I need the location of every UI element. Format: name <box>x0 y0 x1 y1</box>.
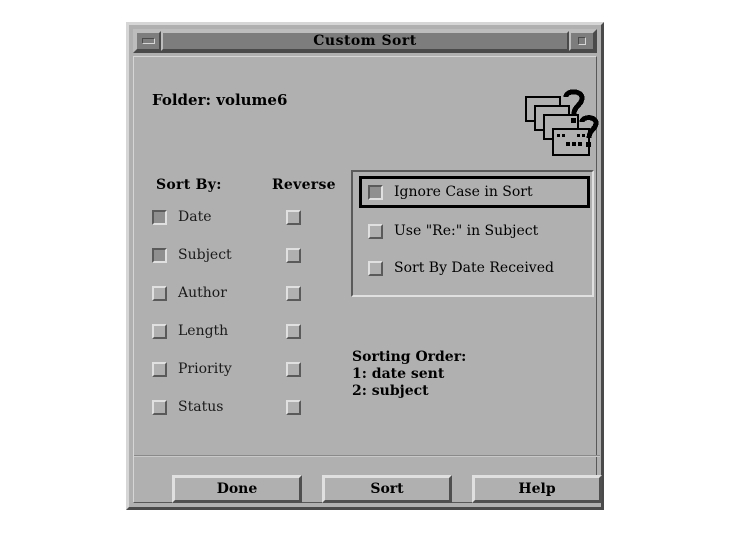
window-title: Custom Sort <box>313 33 417 49</box>
title-bar: Custom Sort <box>133 29 597 53</box>
checkbox-reverse-status[interactable] <box>286 399 301 415</box>
checkbox-reverse-priority[interactable] <box>286 361 301 377</box>
maximize-button[interactable] <box>569 31 595 51</box>
checkbox-reverse-author[interactable] <box>286 285 301 301</box>
title-bar-center[interactable]: Custom Sort <box>161 31 569 51</box>
checkbox-reverse-length[interactable] <box>286 323 301 339</box>
sort-criterion-date[interactable]: Date <box>152 207 211 227</box>
sort-button[interactable]: Sort <box>322 475 452 503</box>
option-sort-by-date-received[interactable]: Sort By Date Received <box>359 252 590 284</box>
help-button[interactable]: Help <box>472 475 602 503</box>
checkbox-sort-priority[interactable] <box>152 361 167 377</box>
reverse-status[interactable] <box>286 397 301 417</box>
checkbox-ignore-case[interactable] <box>368 184 383 200</box>
option-use-re-in-subject[interactable]: Use "Re:" in Subject <box>359 215 590 247</box>
sort-criterion-label: Priority <box>178 361 232 377</box>
checkbox-sort-status[interactable] <box>152 399 167 415</box>
sort-criterion-label: Author <box>178 285 227 301</box>
sort-criterion-author[interactable]: Author <box>152 283 227 303</box>
checkbox-use-re-in-subject[interactable] <box>368 223 383 239</box>
sort-criterion-status[interactable]: Status <box>152 397 223 417</box>
sort-criterion-label: Subject <box>178 247 232 263</box>
option-label: Ignore Case in Sort <box>394 184 533 200</box>
custom-sort-window: Custom Sort Folder: volume6 Sort By: Rev… <box>126 22 604 510</box>
folder-label: Folder: volume6 <box>152 91 288 109</box>
checkbox-sort-date[interactable] <box>152 209 167 225</box>
reverse-length[interactable] <box>286 321 301 341</box>
done-button[interactable]: Done <box>172 475 302 503</box>
message-stack-question-icon <box>522 89 600 167</box>
sort-by-header: Sort By: <box>156 177 222 193</box>
maximize-icon <box>578 37 586 45</box>
checkbox-sort-author[interactable] <box>152 285 167 301</box>
checkbox-reverse-date[interactable] <box>286 209 301 225</box>
sort-criterion-label: Date <box>178 209 212 225</box>
sorting-order-line-1: 1: date sent <box>352 366 445 382</box>
checkbox-reverse-subject[interactable] <box>286 247 301 263</box>
sorting-order-line-2: 2: subject <box>352 383 429 399</box>
button-separator <box>134 455 600 457</box>
dialog-client-area: Folder: volume6 Sort By: Reverse Date Su… <box>133 56 602 503</box>
sort-criterion-priority[interactable]: Priority <box>152 359 232 379</box>
reverse-priority[interactable] <box>286 359 301 379</box>
sort-criterion-label: Status <box>178 399 224 415</box>
sort-options-group: Ignore Case in Sort Use "Re:" in Subject… <box>351 170 594 297</box>
minimize-icon <box>141 38 155 44</box>
checkbox-sort-subject[interactable] <box>152 247 167 263</box>
sort-criterion-label: Length <box>178 323 229 339</box>
sorting-order-summary: Sorting Order: 1: date sent 2: subject <box>352 349 466 400</box>
option-ignore-case[interactable]: Ignore Case in Sort <box>359 176 590 208</box>
sorting-order-title: Sorting Order: <box>352 349 467 365</box>
reverse-author[interactable] <box>286 283 301 303</box>
reverse-header: Reverse <box>272 177 336 193</box>
option-label: Use "Re:" in Subject <box>394 223 539 239</box>
sort-criterion-subject[interactable]: Subject <box>152 245 232 265</box>
reverse-subject[interactable] <box>286 245 301 265</box>
checkbox-sort-length[interactable] <box>152 323 167 339</box>
reverse-date[interactable] <box>286 207 301 227</box>
checkbox-sort-by-date-received[interactable] <box>368 260 383 276</box>
sort-criterion-length[interactable]: Length <box>152 321 228 341</box>
option-label: Sort By Date Received <box>394 260 554 276</box>
minimize-button[interactable] <box>135 31 161 51</box>
